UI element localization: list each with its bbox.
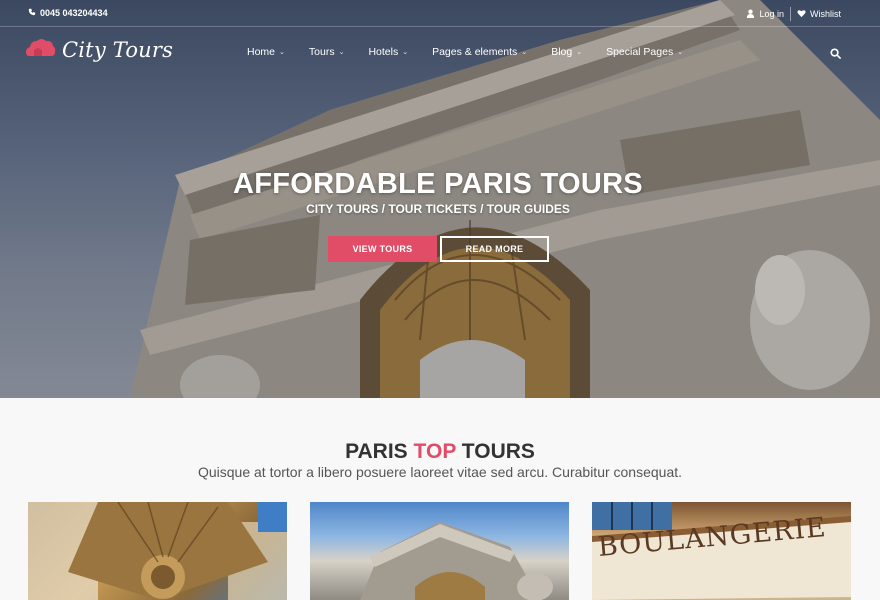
nav-item-label: Tours (308, 46, 335, 58)
main-nav: Home ⌄ Tours ⌄ Hotels ⌄ Pages & elements ⌄ B… (247, 46, 707, 58)
hero-section: 0045 043204434 Log in Wishlist City Tour… (0, 0, 880, 398)
section-title-accent: TOP (413, 440, 456, 463)
section-title: PARIS TOP TOURS (0, 440, 880, 464)
nav-item-hotels[interactable]: Hotels ⌄ (368, 46, 408, 58)
search-icon (830, 46, 841, 63)
tour-card-arc[interactable] (310, 502, 569, 600)
section-title-pre: PARIS (345, 440, 414, 463)
wishlist-link[interactable]: Wishlist (791, 9, 847, 20)
section-title-post: TOURS (455, 440, 535, 463)
chevron-down-icon: ⌄ (576, 49, 583, 56)
phone-contact[interactable]: 0045 043204434 (28, 8, 108, 18)
chevron-down-icon: ⌄ (521, 49, 528, 56)
hero-title: AFFORDABLE PARIS TOURS (233, 168, 643, 200)
nav-item-special-pages[interactable]: Special Pages ⌄ (606, 46, 683, 58)
cloud-logo-icon (26, 36, 56, 63)
nav-item-label: Pages & elements (432, 46, 518, 58)
search-button[interactable] (830, 46, 843, 59)
view-tours-button[interactable]: VIEW TOURS (328, 236, 437, 262)
chevron-down-icon: ⌄ (677, 49, 684, 56)
phone-number: 0045 043204434 (40, 8, 108, 18)
tour-card-boulangerie[interactable]: BOULANGERIE (592, 502, 851, 600)
chevron-down-icon: ⌄ (402, 49, 409, 56)
nav-item-home[interactable]: Home ⌄ (247, 46, 285, 58)
site-logo[interactable]: City Tours (26, 36, 173, 63)
top-bar: 0045 043204434 Log in Wishlist (0, 0, 880, 27)
tour-card-pantheon[interactable] (28, 502, 287, 600)
nav-item-label: Hotels (368, 46, 399, 58)
heart-icon (797, 9, 806, 20)
user-icon (746, 9, 755, 20)
read-more-button[interactable]: READ MORE (440, 236, 549, 262)
nav-item-pages-elements[interactable]: Pages & elements ⌄ (432, 46, 527, 58)
login-label: Log in (759, 9, 784, 19)
hero-subtitle: CITY TOURS / TOUR TICKETS / TOUR GUIDES (306, 202, 570, 216)
nav-item-tours[interactable]: Tours ⌄ (309, 46, 345, 58)
pantheon-ceiling-image (28, 502, 287, 600)
nav-item-label: Special Pages (606, 46, 674, 58)
login-link[interactable]: Log in (740, 9, 790, 20)
nav-item-blog[interactable]: Blog ⌄ (551, 46, 582, 58)
phone-icon (28, 8, 36, 18)
brand-name: City Tours (62, 37, 174, 62)
nav-item-label: Home (247, 46, 276, 58)
wishlist-label: Wishlist (810, 9, 841, 19)
chevron-down-icon: ⌄ (279, 49, 285, 56)
nav-item-label: Blog (551, 46, 573, 58)
section-subtitle: Quisque at tortor a libero posuere laore… (197, 464, 683, 480)
chevron-down-icon: ⌄ (338, 49, 345, 56)
arc-de-triomphe-thumbnail (360, 522, 553, 600)
